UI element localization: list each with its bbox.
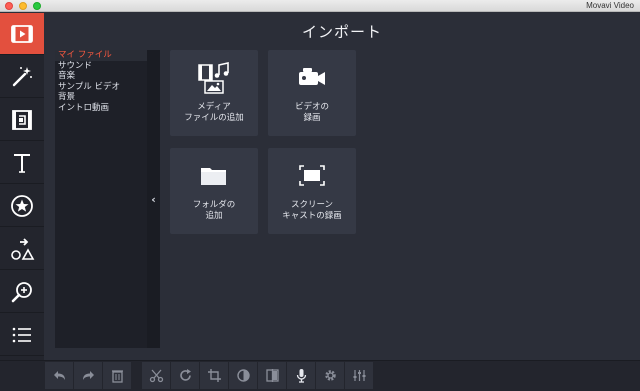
- transition-film-icon: [12, 109, 32, 130]
- redo-icon: [82, 371, 94, 380]
- add-folder-line1: フォルダの: [192, 200, 236, 210]
- rotate-button[interactable]: [171, 362, 200, 389]
- shapes-icon: [11, 237, 35, 260]
- category-sounds[interactable]: サウンド: [55, 61, 147, 72]
- screencast-tile[interactable]: スクリーン キャストの録画: [268, 148, 356, 234]
- close-window-button[interactable]: [5, 2, 13, 10]
- trash-icon: [111, 370, 123, 383]
- star-sticker-icon: [11, 194, 33, 217]
- settings-icon: [324, 370, 336, 381]
- category-list: マイ ファイル サウンド 音楽 サンプル ビデオ 背景 イントロ動画: [55, 50, 147, 113]
- zoom-tool-button[interactable]: [0, 271, 44, 313]
- delete-button[interactable]: [103, 362, 132, 389]
- panel-header: インポート: [44, 13, 640, 47]
- bottom-toolbar: [0, 360, 640, 391]
- settings-button[interactable]: [316, 362, 345, 389]
- category-music[interactable]: 音楽: [55, 71, 147, 82]
- media-files-icon: [198, 62, 229, 94]
- magic-wand-icon: [12, 66, 32, 86]
- record-video-line2: 録画: [303, 113, 321, 123]
- zoom-window-button[interactable]: [33, 2, 41, 10]
- redo-button[interactable]: [74, 362, 103, 389]
- category-backgrounds[interactable]: 背景: [55, 92, 147, 103]
- left-toolbar: [0, 13, 44, 360]
- screen-capture-icon: [299, 165, 325, 186]
- add-media-files-tile[interactable]: メディア ファイルの追加: [170, 50, 258, 136]
- titles-tool-button[interactable]: [0, 142, 44, 184]
- history-group: [45, 362, 132, 389]
- add-media-line1: メディア: [197, 102, 231, 112]
- add-folder-line2: 追加: [205, 211, 223, 221]
- transitions-tool-button[interactable]: [0, 99, 44, 141]
- add-folder-tile[interactable]: フォルダの 追加: [170, 148, 258, 234]
- crop-button[interactable]: [200, 362, 229, 389]
- color-adjust-icon: [236, 369, 250, 382]
- category-panel: マイ ファイル サウンド 音楽 サンプル ビデオ 背景 イントロ動画: [55, 50, 147, 348]
- rotate-icon: [179, 369, 191, 381]
- equalizer-icon: [353, 370, 365, 381]
- scissors-icon: [149, 369, 163, 383]
- title-bar: Movavi Video: [0, 0, 640, 12]
- record-video-line1: ビデオの: [294, 102, 329, 112]
- film-import-icon: [11, 24, 33, 43]
- text-t-icon: [14, 153, 30, 173]
- video-camera-icon: [299, 68, 325, 85]
- minimize-window-button[interactable]: [19, 2, 27, 10]
- list-icon: [12, 327, 31, 342]
- audio-equalizer-button[interactable]: [345, 362, 374, 389]
- add-media-line2: ファイルの追加: [184, 113, 244, 123]
- window-title: Movavi Video: [586, 1, 634, 10]
- undo-button[interactable]: [45, 362, 74, 389]
- color-adjust-button[interactable]: [229, 362, 258, 389]
- import-tool-button[interactable]: [0, 13, 44, 55]
- chevron-left-icon: ‹: [151, 192, 156, 206]
- edit-tools-group: [142, 362, 374, 389]
- category-intro-videos[interactable]: イントロ動画: [55, 103, 147, 114]
- collapse-panel-button[interactable]: ‹: [147, 50, 160, 348]
- callouts-tool-button[interactable]: [0, 228, 44, 270]
- split-icon: [265, 369, 279, 382]
- category-my-files[interactable]: マイ ファイル: [55, 50, 147, 61]
- screencast-line2: キャストの録画: [282, 211, 342, 221]
- crop-icon: [207, 369, 221, 382]
- microphone-icon: [296, 369, 306, 383]
- record-video-tile[interactable]: ビデオの 録画: [268, 50, 356, 136]
- stickers-tool-button[interactable]: [0, 185, 44, 227]
- folder-icon: [201, 168, 226, 185]
- category-sample-videos[interactable]: サンプル ビデオ: [55, 82, 147, 93]
- split-button[interactable]: [258, 362, 287, 389]
- screencast-line1: スクリーン: [290, 200, 334, 210]
- record-audio-button[interactable]: [287, 362, 316, 389]
- zoom-in-icon: [11, 281, 32, 302]
- cut-button[interactable]: [142, 362, 171, 389]
- filters-tool-button[interactable]: [0, 56, 44, 98]
- undo-icon: [53, 371, 65, 380]
- page-title: インポート: [301, 23, 382, 41]
- more-tool-button[interactable]: [0, 314, 44, 356]
